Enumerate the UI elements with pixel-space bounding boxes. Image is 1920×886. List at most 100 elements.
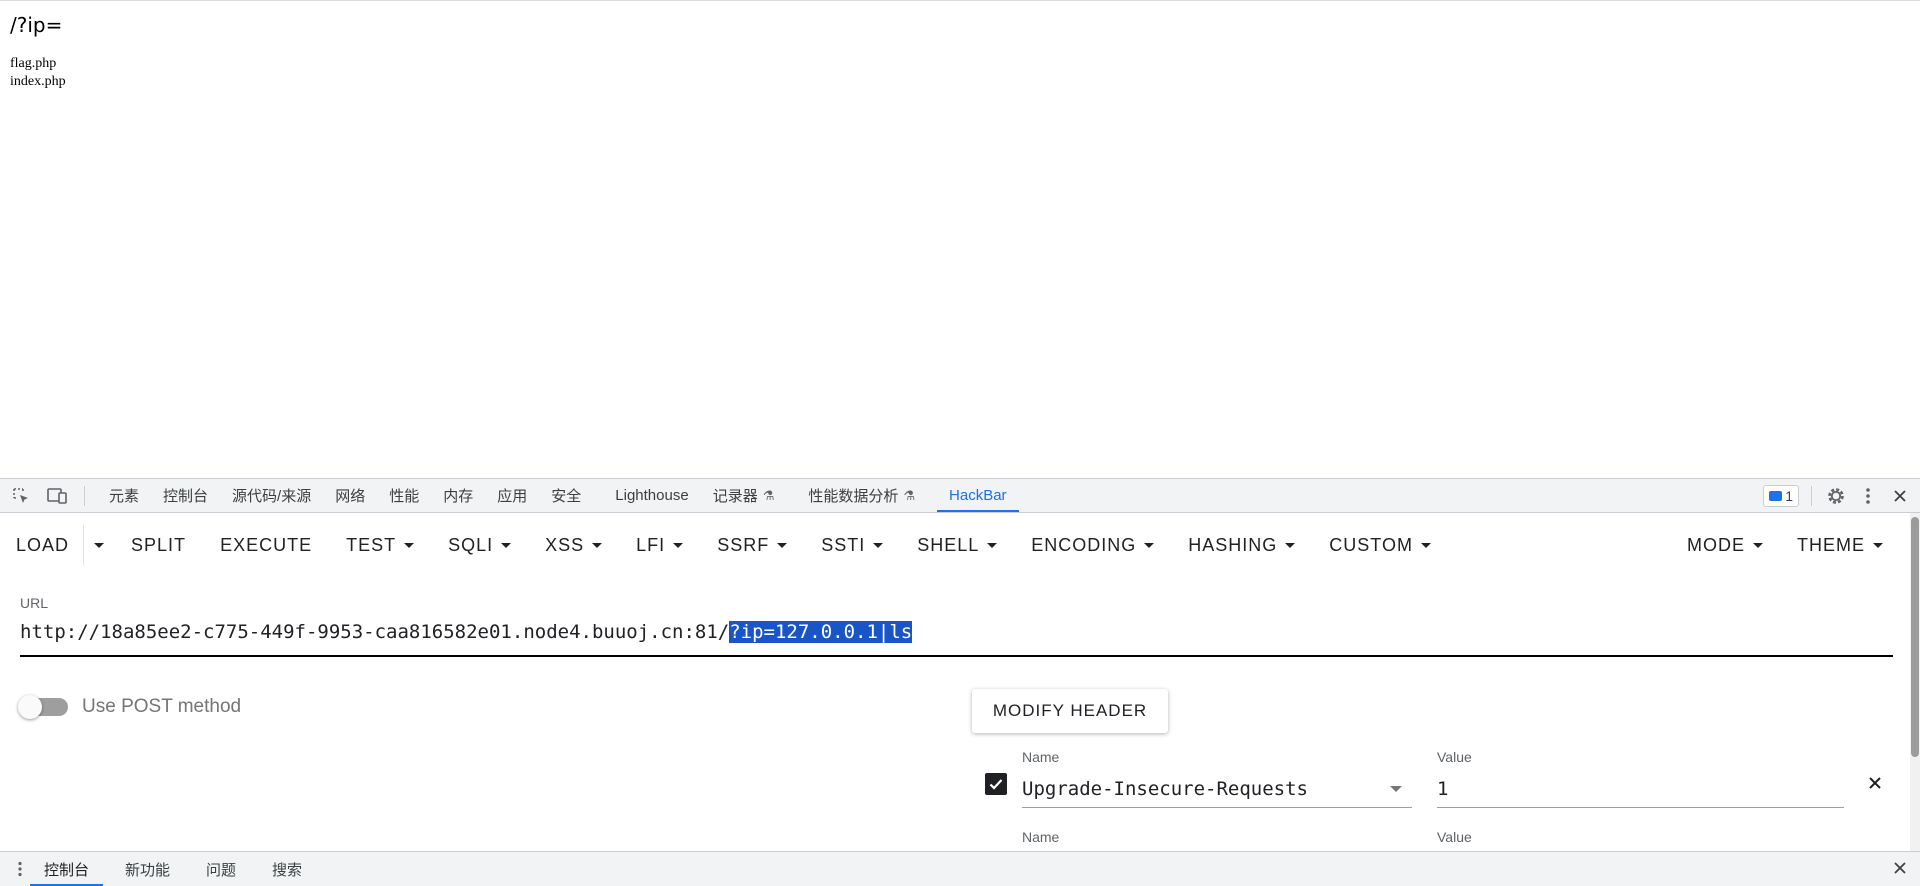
lfi-menu[interactable]: LFI (619, 525, 700, 565)
header-value-caption: Value (1437, 749, 1472, 765)
caret-down-icon (1144, 542, 1155, 548)
caret-down-icon (1420, 542, 1431, 548)
encoding-menu[interactable]: ENCODING (1014, 525, 1171, 565)
output-line: flag.php (10, 56, 57, 71)
issues-badge[interactable]: 1 (1763, 484, 1799, 507)
caret-down-icon (873, 542, 884, 548)
remove-header-icon[interactable] (1865, 773, 1885, 793)
checkmark-icon (989, 779, 1003, 790)
menu-label: THEME (1797, 534, 1865, 555)
header-value-field: Value 1 (1437, 749, 1844, 808)
xss-menu[interactable]: XSS (528, 525, 619, 565)
tab-sources[interactable]: 源代码/来源 (220, 479, 323, 512)
execute-button[interactable]: EXECUTE (203, 525, 329, 565)
tab-recorder[interactable]: 记录器 ⚗ (701, 479, 787, 512)
command-output: flag.php index.php (10, 55, 66, 91)
caret-down-icon (777, 542, 788, 548)
drawer-tab-console[interactable]: 控制台 (30, 853, 104, 886)
caret-down-icon (1285, 542, 1296, 548)
header-name-field: Name (1022, 829, 1412, 847)
scrollbar-thumb[interactable] (1911, 517, 1919, 757)
url-input[interactable]: http://18a85ee2-c775-449f-9953-caa816582… (20, 617, 1893, 657)
header-value-caption: Value (1437, 829, 1472, 845)
devtools-tab-bar: 元素 控制台 源代码/来源 网络 性能 内存 应用 安全 Lighthouse … (0, 478, 1920, 513)
drawer-tab-search[interactable]: 搜索 (258, 853, 316, 886)
caret-down-icon (1873, 542, 1883, 548)
menu-label: ENCODING (1031, 534, 1137, 555)
tab-performance-insights-label: 性能数据分析 (808, 488, 899, 505)
hackbar-panel: LOAD SPLIT EXECUTE TEST SQLI XSS LFI SSR… (0, 513, 1920, 851)
devtools-right-controls: 1 (1763, 479, 1920, 512)
inspect-element-icon[interactable] (10, 485, 32, 507)
load-dropdown-button[interactable] (83, 525, 114, 565)
tab-application[interactable]: 应用 (485, 479, 539, 512)
tab-network[interactable]: 网络 (323, 479, 377, 512)
url-base-text: http://18a85ee2-c775-449f-9953-caa816582… (20, 621, 730, 643)
caret-down-icon (987, 542, 998, 548)
load-button[interactable]: LOAD (0, 525, 83, 565)
drawer-tab-issues[interactable]: 问题 (192, 853, 250, 886)
menu-label: SSTI (821, 534, 866, 555)
header-value-field: Value (1437, 829, 1844, 847)
caret-down-icon (404, 542, 415, 548)
tab-recorder-label: 记录器 (712, 488, 758, 505)
toolbar-separator (84, 485, 85, 506)
header-name-input[interactable]: Upgrade-Insecure-Requests (1022, 773, 1412, 808)
tab-elements[interactable]: 元素 (97, 479, 151, 512)
header-enabled-checkbox[interactable] (985, 773, 1007, 795)
close-icon[interactable] (1888, 484, 1912, 508)
tab-performance-insights[interactable]: 性能数据分析 ⚗ (796, 479, 927, 512)
dropdown-arrow-icon[interactable] (1390, 786, 1402, 792)
post-method-toggle[interactable]: Use POST method (18, 695, 241, 719)
header-value-input[interactable]: 1 (1437, 773, 1844, 808)
devtools-drawer: 控制台 新功能 问题 搜索 (0, 851, 1920, 886)
ssti-menu[interactable]: SSTI (804, 525, 900, 565)
drawer-tab-whats-new[interactable]: 新功能 (111, 853, 184, 886)
experiment-flask-icon: ⚗ (903, 487, 916, 503)
sqli-menu[interactable]: SQLI (431, 525, 528, 565)
page-title: /?ip= (10, 13, 63, 37)
caret-down-icon (94, 542, 105, 548)
shell-menu[interactable]: SHELL (900, 525, 1014, 565)
page-viewport: /?ip= flag.php index.php (0, 0, 1920, 478)
panel-scrollbar[interactable] (1910, 513, 1920, 851)
modify-header-button[interactable]: MODIFY HEADER (972, 689, 1168, 733)
tab-performance[interactable]: 性能 (377, 479, 431, 512)
mode-menu[interactable]: MODE (1670, 525, 1780, 565)
tab-hackbar[interactable]: HackBar (937, 479, 1019, 512)
theme-menu[interactable]: THEME (1780, 525, 1900, 565)
tab-lighthouse[interactable]: Lighthouse (603, 479, 700, 512)
ssrf-menu[interactable]: SSRF (700, 525, 804, 565)
header-name-caption: Name (1022, 749, 1060, 765)
test-menu[interactable]: TEST (329, 525, 431, 565)
header-row: Name Value (985, 829, 1880, 851)
split-button[interactable]: SPLIT (114, 525, 203, 565)
output-line: index.php (10, 74, 66, 89)
hashing-menu[interactable]: HASHING (1171, 525, 1312, 565)
url-label: URL (20, 595, 49, 611)
header-row: Name Upgrade-Insecure-Requests Value 1 (985, 749, 1881, 829)
more-options-icon[interactable] (1856, 484, 1880, 508)
header-name-value: Upgrade-Insecure-Requests (1022, 778, 1308, 800)
toolbar-separator (1811, 485, 1812, 506)
experiment-flask-icon: ⚗ (762, 487, 775, 503)
drawer-menu-icon[interactable] (10, 861, 30, 877)
toggle-switch[interactable] (18, 695, 68, 719)
menu-label: XSS (545, 534, 585, 555)
menu-label: HASHING (1188, 534, 1278, 555)
gear-icon[interactable] (1824, 484, 1848, 508)
tab-console[interactable]: 控制台 (151, 479, 220, 512)
tab-security[interactable]: 安全 (539, 479, 593, 512)
caret-down-icon (501, 542, 512, 548)
menu-label: TEST (346, 534, 397, 555)
caret-down-icon (1753, 542, 1763, 548)
header-name-caption: Name (1022, 829, 1060, 845)
menu-label: LFI (636, 534, 666, 555)
close-drawer-icon[interactable] (1890, 858, 1910, 878)
device-toggle-icon[interactable] (46, 485, 68, 507)
menu-label: SHELL (917, 534, 980, 555)
menu-label: CUSTOM (1329, 534, 1413, 555)
custom-menu[interactable]: CUSTOM (1312, 525, 1448, 565)
menu-label: SQLI (448, 534, 494, 555)
tab-memory[interactable]: 内存 (431, 479, 485, 512)
